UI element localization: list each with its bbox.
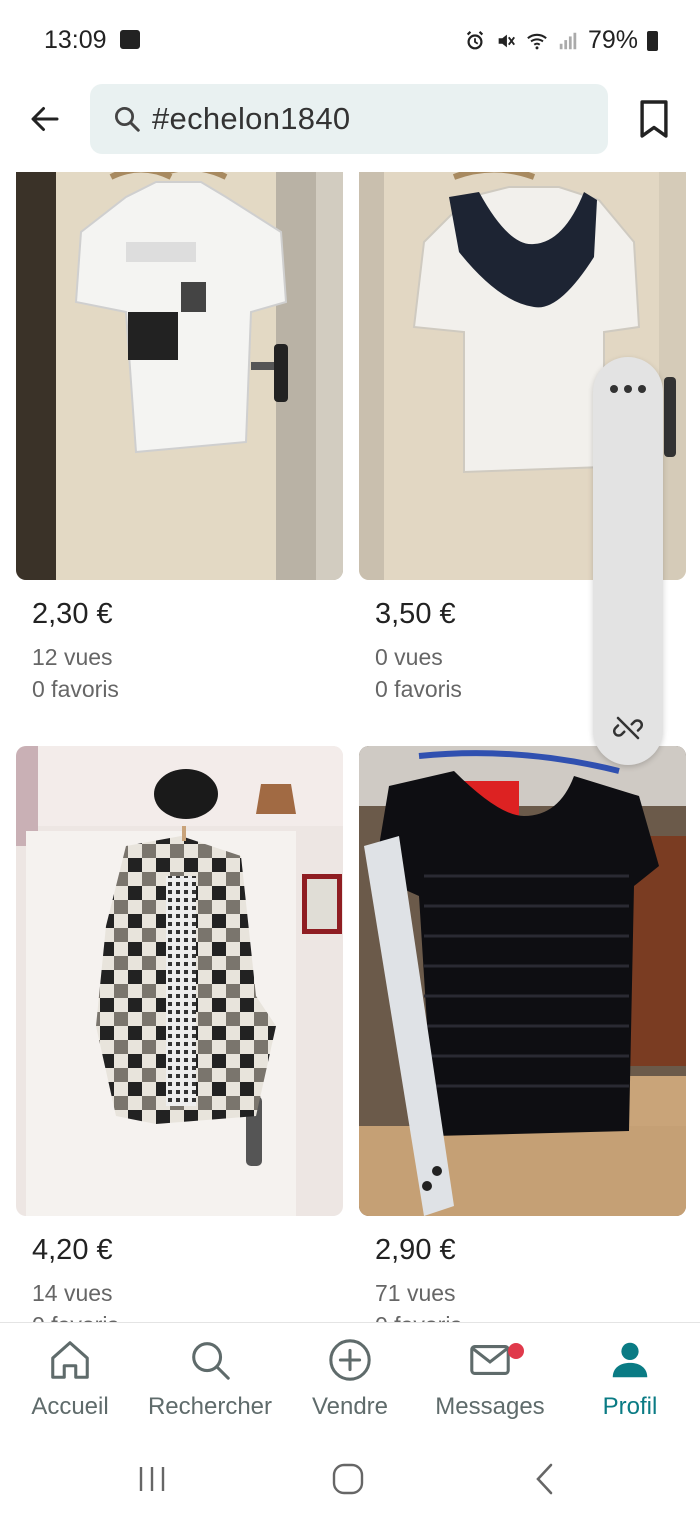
more-icon[interactable]	[610, 385, 646, 395]
unread-badge	[508, 1343, 524, 1359]
product-card[interactable]: 4,20 € 14 vues 0 favoris	[16, 746, 343, 1322]
home-icon	[51, 1341, 89, 1379]
product-price: 2,90 €	[375, 1234, 456, 1266]
nav-item-messages[interactable]: Messages	[420, 1337, 560, 1421]
nav-item-profile[interactable]: Profil	[560, 1337, 700, 1421]
search-query: #echelon1840	[152, 101, 351, 136]
product-photo[interactable]	[16, 172, 343, 580]
search-input[interactable]: #echelon1840	[90, 84, 608, 154]
product-favorites: 0 favoris	[32, 676, 119, 702]
recent-apps-icon	[139, 1467, 165, 1491]
arrow-left-icon	[31, 107, 59, 131]
chevron-left-icon	[536, 1463, 553, 1495]
bottom-navigation: Accueil Rechercher Vendre Messages Profi…	[0, 1322, 700, 1442]
profile-icon	[612, 1342, 648, 1378]
gallery-icon	[120, 30, 140, 49]
status-icons: 79%	[464, 26, 658, 55]
nav-label: Accueil	[31, 1393, 109, 1420]
product-photo[interactable]	[359, 746, 686, 1216]
nav-item-sell[interactable]: Vendre	[280, 1337, 420, 1421]
nav-item-search[interactable]: Rechercher	[140, 1337, 280, 1421]
search-icon	[192, 1342, 230, 1380]
bookmark-icon	[640, 100, 668, 138]
search-header: #echelon1840	[0, 80, 700, 172]
mute-icon	[498, 34, 515, 47]
black-sequin-top-image	[359, 746, 686, 1216]
battery-percent: 79%	[587, 26, 638, 54]
nav-label: Messages	[435, 1393, 545, 1420]
product-views: 71 vues	[375, 1280, 456, 1306]
product-card[interactable]: 2,30 € 12 vues 0 favoris	[16, 172, 343, 705]
home-circle-icon	[332, 1463, 364, 1495]
product-photo[interactable]	[16, 746, 343, 1216]
plaid-shirt-image	[16, 746, 343, 1216]
mail-icon	[470, 1345, 510, 1375]
floating-side-panel[interactable]	[593, 357, 663, 765]
back-button[interactable]	[22, 96, 68, 142]
product-views: 14 vues	[32, 1280, 113, 1306]
product-price: 4,20 €	[32, 1234, 113, 1266]
nav-label: Vendre	[311, 1393, 389, 1420]
search-icon	[115, 107, 140, 132]
product-card[interactable]: 2,90 € 71 vues 0 favoris	[359, 746, 686, 1322]
alarm-icon	[466, 30, 484, 49]
plus-circle-icon	[329, 1339, 371, 1381]
recent-apps-button[interactable]	[122, 1456, 182, 1502]
product-price: 2,30 €	[32, 598, 113, 630]
wifi-icon	[527, 33, 547, 49]
link-off-icon[interactable]	[613, 713, 643, 743]
product-grid: 2,30 € 12 vues 0 favoris 3,50 € 0 vues 0…	[0, 172, 700, 1322]
back-system-button[interactable]	[515, 1456, 575, 1502]
nav-item-home[interactable]: Accueil	[0, 1337, 140, 1421]
white-tshirt-image	[16, 172, 343, 580]
signal-icon	[559, 32, 577, 49]
product-favorites: 0 favoris	[32, 1309, 343, 1322]
home-button[interactable]	[318, 1456, 378, 1502]
status-bar: 13:09 79%	[0, 0, 700, 80]
product-favorites: 0 favoris	[375, 1309, 686, 1322]
status-time: 13:09	[44, 26, 107, 54]
battery-icon	[647, 30, 658, 51]
product-views: 12 vues	[32, 644, 113, 670]
nav-label: Profil	[602, 1393, 658, 1420]
system-navigation-bar	[0, 1442, 700, 1518]
nav-label: Rechercher	[147, 1393, 273, 1420]
save-search-button[interactable]	[632, 96, 676, 142]
